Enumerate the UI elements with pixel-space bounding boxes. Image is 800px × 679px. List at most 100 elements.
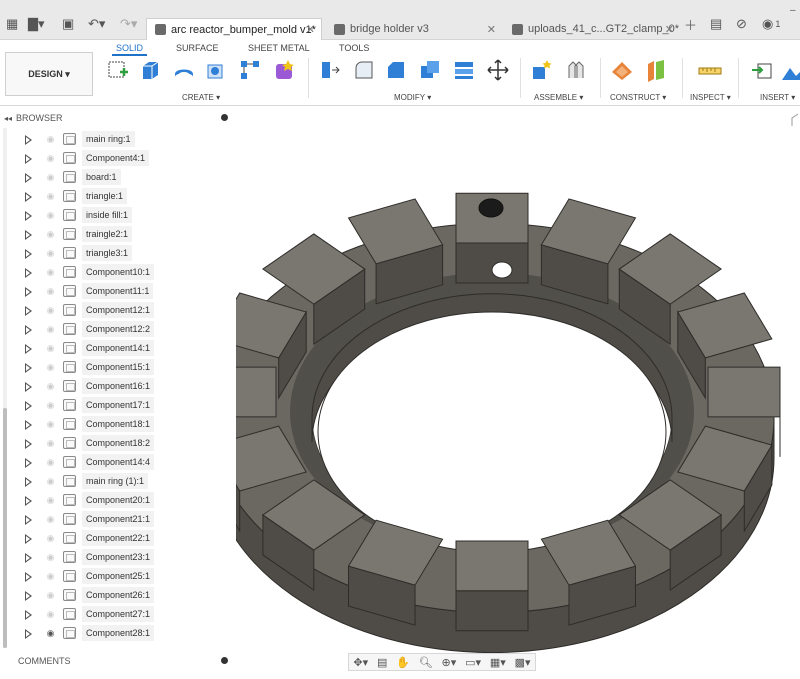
visibility-eye-icon[interactable]: ◉ bbox=[41, 304, 60, 317]
component-label[interactable]: Component17:1 bbox=[82, 397, 155, 413]
insert-group-label[interactable]: INSERT ▾ bbox=[760, 93, 795, 102]
browser-item[interactable]: ◉ triangle3:1 bbox=[0, 244, 240, 263]
move-copy-icon[interactable] bbox=[486, 58, 510, 82]
component-label[interactable]: Component12:2 bbox=[82, 321, 155, 337]
visibility-eye-icon[interactable]: ◉ bbox=[41, 551, 60, 564]
pattern-icon[interactable] bbox=[238, 58, 262, 82]
pan-icon[interactable]: ✋ bbox=[396, 656, 410, 669]
expand-triangle-icon[interactable] bbox=[25, 249, 32, 259]
expand-triangle-icon[interactable] bbox=[25, 515, 32, 525]
expand-triangle-icon[interactable] bbox=[25, 420, 32, 430]
tab-surface[interactable]: SURFACE bbox=[176, 43, 219, 53]
minimize-icon[interactable]: – bbox=[790, 2, 796, 18]
browser-item[interactable]: ◉ Component18:2 bbox=[0, 434, 240, 453]
viewports-icon[interactable]: ▩▾ bbox=[515, 656, 531, 669]
browser-panel-header[interactable]: ◂◂ BROWSER bbox=[0, 110, 236, 126]
browser-item[interactable]: ◉ board:1 bbox=[0, 168, 240, 187]
browser-item[interactable]: ◉ Component4:1 bbox=[0, 149, 240, 168]
tab-solid[interactable]: SOLID bbox=[111, 43, 148, 56]
browser-item[interactable]: ◉ Component11:1 bbox=[0, 282, 240, 301]
component-label[interactable]: Component22:1 bbox=[82, 530, 155, 546]
expand-triangle-icon[interactable] bbox=[25, 344, 32, 354]
visibility-eye-icon[interactable]: ◉ bbox=[41, 361, 60, 374]
visibility-eye-icon[interactable]: ◉ bbox=[41, 570, 60, 583]
grid-settings-icon[interactable]: ▦▾ bbox=[490, 656, 506, 669]
component-label[interactable]: Component14:4 bbox=[82, 454, 155, 470]
tab-tools[interactable]: TOOLS bbox=[339, 43, 369, 53]
visibility-eye-icon[interactable]: ◉ bbox=[41, 437, 60, 450]
expand-triangle-icon[interactable] bbox=[25, 572, 32, 582]
component-label[interactable]: inside fill:1 bbox=[82, 207, 133, 223]
visibility-eye-icon[interactable]: ◉ bbox=[41, 608, 60, 621]
shell-icon[interactable] bbox=[418, 58, 442, 82]
expand-triangle-icon[interactable] bbox=[25, 192, 32, 202]
visibility-eye-icon[interactable]: ◉ bbox=[41, 342, 60, 355]
document-tab-2[interactable]: bridge holder v3 ✕ bbox=[326, 18, 502, 40]
view-cube-icon[interactable] bbox=[790, 112, 800, 128]
new-tab-icon[interactable]: ＋ bbox=[684, 16, 697, 33]
visibility-eye-icon[interactable]: ◉ bbox=[41, 589, 60, 602]
expand-triangle-icon[interactable] bbox=[25, 211, 32, 221]
design-workspace-button[interactable]: DESIGN ▾ bbox=[5, 52, 93, 96]
browser-item[interactable]: ◉ inside fill:1 bbox=[0, 206, 240, 225]
expand-triangle-icon[interactable] bbox=[25, 306, 32, 316]
expand-triangle-icon[interactable] bbox=[25, 154, 32, 164]
browser-item[interactable]: ◉ Component16:1 bbox=[0, 377, 240, 396]
visibility-eye-icon[interactable]: ◉ bbox=[41, 228, 60, 241]
component-label[interactable]: traingle2:1 bbox=[82, 226, 133, 242]
expand-triangle-icon[interactable] bbox=[25, 135, 32, 145]
ring-mold-model[interactable] bbox=[236, 108, 800, 679]
pin-panel-icon[interactable] bbox=[221, 114, 228, 121]
create-sketch-icon[interactable] bbox=[106, 58, 130, 82]
browser-item[interactable]: ◉ Component25:1 bbox=[0, 567, 240, 586]
extrude-icon[interactable] bbox=[138, 58, 162, 82]
expand-triangle-icon[interactable] bbox=[25, 629, 32, 639]
component-label[interactable]: Component14:1 bbox=[82, 340, 155, 356]
browser-item[interactable]: ◉ Component15:1 bbox=[0, 358, 240, 377]
close-tab-icon[interactable]: ✕ bbox=[306, 23, 315, 36]
job-status-icon[interactable]: ▤ bbox=[710, 16, 722, 32]
expand-triangle-icon[interactable] bbox=[25, 268, 32, 278]
component-label[interactable]: Component20:1 bbox=[82, 492, 155, 508]
component-label[interactable]: Component25:1 bbox=[82, 568, 155, 584]
visibility-eye-icon[interactable]: ◉ bbox=[41, 152, 60, 165]
component-label[interactable]: Component10:1 bbox=[82, 264, 155, 280]
component-label[interactable]: main ring (1):1 bbox=[82, 473, 149, 489]
fillet-icon[interactable] bbox=[352, 58, 376, 82]
chamfer-icon[interactable] bbox=[384, 58, 408, 82]
browser-item[interactable]: ◉ Component14:1 bbox=[0, 339, 240, 358]
zoom-icon[interactable]: 🔍︎ bbox=[419, 656, 433, 669]
fit-icon[interactable]: ⊕▾ bbox=[442, 656, 457, 669]
component-label[interactable]: Component27:1 bbox=[82, 606, 155, 622]
look-at-icon[interactable]: ▤ bbox=[377, 656, 387, 669]
expand-triangle-icon[interactable] bbox=[25, 363, 32, 373]
expand-triangle-icon[interactable] bbox=[25, 534, 32, 544]
component-label[interactable]: main ring:1 bbox=[82, 131, 135, 147]
browser-item[interactable]: ◉ Component21:1 bbox=[0, 510, 240, 529]
visibility-eye-icon[interactable]: ◉ bbox=[41, 247, 60, 260]
comments-panel-header[interactable]: COMMENTS bbox=[0, 652, 236, 670]
browser-item[interactable]: ◉ Component20:1 bbox=[0, 491, 240, 510]
document-tab-1[interactable]: arc reactor_bumper_mold v1* ✕ bbox=[146, 18, 322, 40]
measure-icon[interactable] bbox=[698, 58, 722, 82]
visibility-eye-icon[interactable]: ◉ bbox=[41, 323, 60, 336]
browser-item[interactable]: ◉ Component22:1 bbox=[0, 529, 240, 548]
expand-triangle-icon[interactable] bbox=[25, 287, 32, 297]
browser-item[interactable]: ◉ Component28:1 bbox=[0, 624, 240, 643]
browser-item[interactable]: ◉ Component23:1 bbox=[0, 548, 240, 567]
browser-item[interactable]: ◉ Component10:1 bbox=[0, 263, 240, 282]
insert-mesh-icon[interactable] bbox=[780, 58, 800, 82]
expand-triangle-icon[interactable] bbox=[25, 173, 32, 183]
collapse-panel-icon[interactable]: ◂◂ bbox=[4, 114, 12, 123]
visibility-eye-icon[interactable]: ◉ bbox=[41, 532, 60, 545]
component-label[interactable]: Component21:1 bbox=[82, 511, 155, 527]
modify-group-label[interactable]: MODIFY ▾ bbox=[394, 93, 431, 102]
file-menu-icon[interactable]: ▇▾ bbox=[28, 16, 45, 32]
press-pull-icon[interactable] bbox=[318, 58, 342, 82]
component-label[interactable]: Component16:1 bbox=[82, 378, 155, 394]
document-tab-3[interactable]: uploads_41_c...GT2_clamp_0* ✕ bbox=[504, 18, 680, 40]
component-label[interactable]: Component15:1 bbox=[82, 359, 155, 375]
save-icon[interactable]: ▣ bbox=[62, 16, 74, 32]
visibility-eye-icon[interactable]: ◉ bbox=[41, 418, 60, 431]
expand-triangle-icon[interactable] bbox=[25, 496, 32, 506]
